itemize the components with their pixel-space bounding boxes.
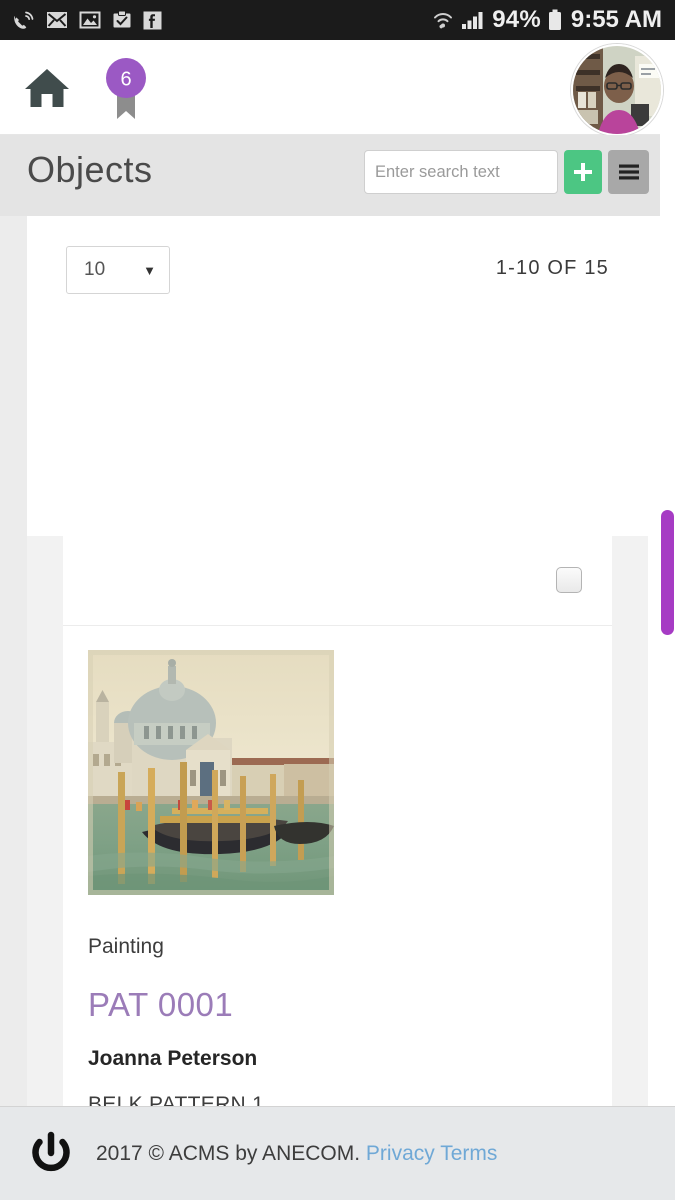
page-title: Objects <box>27 149 153 190</box>
right-margin-strip <box>648 216 660 1106</box>
object-card-list: Painting PAT 0001 Joanna Peterson BELK P… <box>27 536 648 1106</box>
privacy-link[interactable]: Privacy <box>366 1142 435 1165</box>
home-button[interactable] <box>24 67 70 109</box>
android-status-bar: 94% 9:55 AM <box>0 0 675 40</box>
search-box[interactable] <box>364 150 595 194</box>
status-left-icons <box>13 10 162 30</box>
wifi-call-icon <box>14 11 34 29</box>
app-header: 6 <box>0 40 675 136</box>
wifi-icon <box>434 13 453 29</box>
battery-icon <box>548 9 561 30</box>
avatar-image <box>573 46 661 134</box>
battery-percent-label: 94% <box>492 6 541 33</box>
card-select-checkbox[interactable] <box>556 567 582 593</box>
record-range-label: 1-10 OF 15 <box>495 257 609 279</box>
per-page-value: 10 <box>84 259 106 280</box>
objects-content-panel: 10 ▼ 1-10 OF 15 Painting PAT 0001 Joanna… <box>27 216 648 1106</box>
object-card[interactable]: Painting PAT 0001 Joanna Peterson BELK P… <box>63 536 612 1106</box>
home-icon <box>25 69 69 107</box>
chevron-down-icon: ▼ <box>143 262 156 278</box>
object-code-link[interactable]: PAT 0001 <box>88 986 587 1024</box>
menu-button[interactable] <box>608 150 649 194</box>
power-icon <box>32 1131 70 1171</box>
hamburger-icon <box>618 164 639 180</box>
add-object-button[interactable] <box>564 150 602 194</box>
list-toolbar: 10 ▼ 1-10 OF 15 <box>27 216 648 320</box>
avatar[interactable] <box>571 44 663 136</box>
plus-icon <box>574 163 592 181</box>
clipboard-check-icon <box>113 10 131 28</box>
cell-signal-icon <box>462 12 483 29</box>
object-owner-label: Joanna Peterson <box>88 1047 258 1070</box>
clock-label: 9:55 AM <box>570 6 662 33</box>
mail-icon <box>47 12 67 28</box>
card-header <box>63 536 612 626</box>
object-pattern-label: BELK PATTERN 1 <box>88 1093 265 1106</box>
per-page-select[interactable]: 10 ▼ <box>66 246 170 294</box>
left-margin-strip <box>0 216 27 1106</box>
bookmark-icon: 6 <box>106 58 146 119</box>
page-footer: 2017 © ACMS by ANECOM. Privacy Terms <box>0 1106 675 1200</box>
app-screen: 94% 9:55 AM 6 Objects Enter search text … <box>0 0 675 1200</box>
copyright-text: 2017 © ACMS by ANECOM. <box>96 1141 361 1165</box>
footer-copyright: 2017 © ACMS by ANECOM. Privacy Terms <box>96 1142 497 1166</box>
object-type-label: Painting <box>88 935 164 958</box>
card-body: Painting PAT 0001 Joanna Peterson BELK P… <box>63 626 612 1106</box>
facebook-icon <box>143 11 162 29</box>
bookmark-badge-count: 6 <box>120 69 131 91</box>
venice-painting-thumbnail[interactable] <box>88 650 334 895</box>
scrollbar-track[interactable] <box>660 110 675 1110</box>
power-button[interactable] <box>28 1131 74 1177</box>
terms-link[interactable]: Terms <box>440 1142 497 1165</box>
search-input[interactable] <box>375 162 595 182</box>
image-icon <box>79 11 101 29</box>
scrollbar-thumb[interactable] <box>661 510 674 635</box>
status-right-indicators: 94% 9:55 AM <box>432 6 662 34</box>
bookmark-button[interactable]: 6 <box>104 57 148 135</box>
